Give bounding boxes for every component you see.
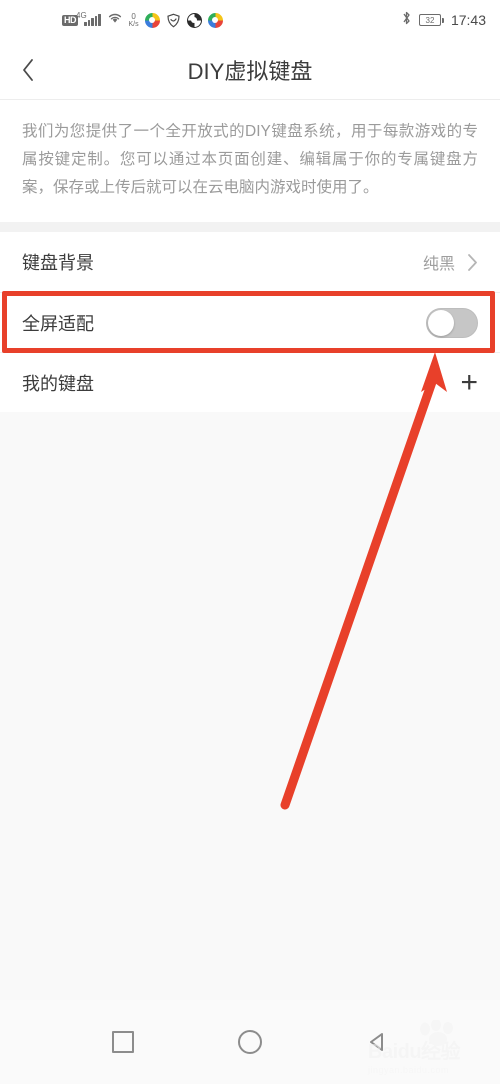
signal-4g-icon: 4G — [76, 11, 101, 26]
phone-screen: HD 4G 0 K/s 32 17:43 DIY虚拟键盘 我们为您提供了一个全开… — [0, 0, 500, 1084]
status-bar: HD 4G 0 K/s 32 17:43 — [0, 0, 500, 40]
fullscreen-fit-toggle[interactable] — [426, 307, 478, 338]
bluetooth-icon — [401, 10, 412, 31]
row-my-keyboards[interactable]: 我的键盘 + — [0, 352, 500, 412]
empty-content-area — [0, 412, 500, 977]
status-bar-right: 32 17:43 — [401, 10, 486, 31]
row-label: 全屏适配 — [22, 313, 94, 334]
home-circle-icon[interactable] — [238, 1030, 262, 1054]
back-button[interactable] — [0, 40, 56, 100]
row-label: 我的键盘 — [22, 373, 94, 394]
chevron-left-icon — [21, 58, 35, 82]
row-keyboard-background[interactable]: 键盘背景 纯黑 — [0, 232, 500, 292]
chevron-right-icon — [467, 253, 478, 272]
row-fullscreen-fit[interactable]: 全屏适配 — [0, 292, 500, 352]
wifi-icon — [107, 11, 123, 29]
network-speed-icon: 0 K/s — [128, 11, 139, 28]
clock: 17:43 — [450, 12, 486, 28]
description-card: 我们为您提供了一个全开放式的DIY键盘系统，用于每款游戏的专属按键定制。您可以通… — [0, 100, 500, 222]
recents-square-icon[interactable] — [112, 1031, 134, 1053]
description-text: 我们为您提供了一个全开放式的DIY键盘系统，用于每款游戏的专属按键定制。您可以通… — [22, 123, 478, 196]
section-divider — [0, 222, 500, 232]
page-title: DIY虚拟键盘 — [187, 58, 313, 84]
keyboard-background-value: 纯黑 — [422, 256, 455, 273]
title-bar: DIY虚拟键盘 — [0, 40, 500, 100]
app-notification-icon — [186, 12, 202, 28]
app-notification-icon — [144, 12, 160, 28]
settings-list: 键盘背景 纯黑 全屏适配 我的键盘 + — [0, 232, 500, 412]
android-nav-bar — [0, 1000, 500, 1084]
status-bar-left: HD 4G 0 K/s — [14, 11, 401, 29]
toggle-knob — [428, 309, 454, 336]
back-triangle-icon[interactable] — [366, 1031, 388, 1053]
plus-icon[interactable]: + — [460, 367, 478, 398]
app-notification-icon — [207, 12, 223, 28]
shield-notification-icon — [166, 13, 181, 28]
row-label: 键盘背景 — [22, 253, 94, 273]
battery-icon: 32 — [418, 14, 444, 26]
